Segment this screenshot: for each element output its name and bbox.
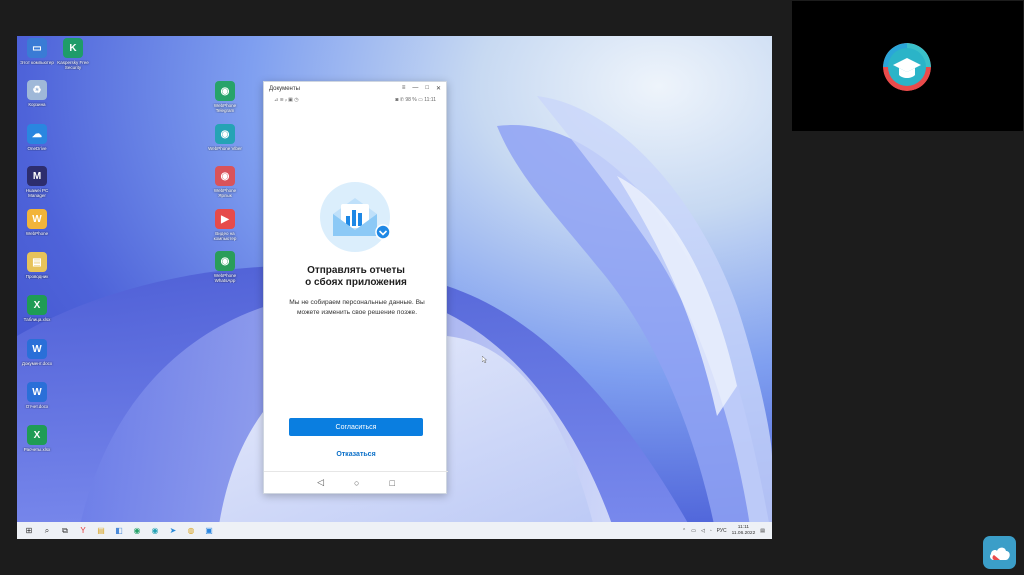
task-view-icon[interactable]: ⧉ (56, 523, 74, 538)
explorer-icon[interactable]: ▤ (92, 523, 110, 538)
desktop-icon[interactable]: K Kaspersky Free Security (55, 38, 91, 70)
speaker-icon[interactable]: ◁ (701, 528, 705, 534)
phone-window-title: Документы (269, 85, 300, 92)
desktop-app-icon: ▤ (27, 252, 47, 272)
desktop-icon-label: WebPhone (25, 231, 49, 236)
language-indicator[interactable]: РУС (717, 528, 727, 534)
dialog-description: Мы не собираем персональные данные. Вы м… (289, 299, 425, 316)
phone-status-bar: ⊿ ≋ ᵢₗ ▣ ◷ ◙ ✆ 98 % ▭ 11:11 (264, 95, 446, 104)
taskbar-apps: ⊞ ⌕ ⧉ Y ▤ ◧ ◉ ◉ ➤ ◍ ▣ (20, 523, 218, 538)
desktop-icon[interactable]: ▭ Этот компьютер (19, 38, 55, 65)
desktop-icon-label: Huawei PC Manager (25, 188, 49, 198)
desktop-icon[interactable]: ◉ WebPhone Viber (207, 124, 243, 151)
system-tray: ⌃ ▭ ◁ ◦ РУС 11:11 11.06.2022 ▤ (682, 525, 769, 536)
search-icon[interactable]: ⌕ (38, 523, 56, 538)
telegram-icon[interactable]: ➤ (164, 523, 182, 538)
refuse-button[interactable]: Отказаться (264, 451, 448, 458)
desktop-icon-label: Таблица.xlsx (23, 317, 51, 322)
yandex-icon[interactable]: Y (74, 523, 92, 538)
clock[interactable]: 11:11 11.06.2022 (732, 525, 756, 536)
heading-line-2: о сбоях приложения (305, 277, 407, 288)
home-icon[interactable]: ○ (354, 478, 359, 488)
maximize-icon[interactable]: □ (425, 85, 429, 92)
webphone-icon-2[interactable]: ◉ (146, 523, 164, 538)
desktop-app-icon: ◉ (215, 124, 235, 144)
back-icon[interactable]: ◁ (317, 477, 324, 488)
menu-icon[interactable]: ≡ (402, 85, 406, 92)
chrome-icon[interactable]: ◍ (182, 523, 200, 538)
phone-mirror-window: Документы ≡ — □ ✕ ⊿ ≋ ᵢₗ ▣ ◷ ◙ ✆ 98 % ▭ … (263, 81, 448, 494)
chevron-up-icon[interactable]: ⌃ (682, 528, 686, 534)
desktop-icon-label: Отчет.docx (25, 404, 49, 409)
close-icon[interactable]: ✕ (436, 85, 441, 92)
taskbar: ⊞ ⌕ ⧉ Y ▤ ◧ ◉ ◉ ➤ ◍ ▣ ⌃ ▭ ◁ ◦ РУС 11:11 11.06.2022… (17, 522, 772, 539)
phone-window-titlebar: Документы ≡ — □ ✕ (264, 82, 446, 95)
app-icon[interactable]: ◧ (110, 523, 128, 538)
phone-app-icon[interactable]: ▣ (200, 523, 218, 538)
desktop-icon[interactable]: ◉ WebPhone Telegram (207, 81, 243, 113)
desktop-icon[interactable]: ▤ Проводник (19, 252, 55, 279)
recent-apps-icon[interactable]: □ (389, 478, 394, 488)
desktop-icon[interactable]: X Таблица.xlsx (19, 295, 55, 322)
report-envelope-icon (320, 182, 391, 252)
desktop-icon-label: Видео на компьютер (213, 231, 237, 241)
desktop-app-icon: X (27, 425, 47, 445)
phone-nav-bar: ◁ ○ □ (264, 471, 448, 493)
desktop-app-icon: M (27, 166, 47, 186)
desktop-icon-label: OneDrive (27, 146, 47, 151)
desktop-icon[interactable]: ▶ Видео на компьютер (207, 209, 243, 241)
graduation-cap-logo-icon (883, 43, 931, 91)
status-icons-left: ⊿ ≋ ᵢₗ ▣ ◷ (274, 96, 299, 103)
desktop-app-icon: ◉ (215, 166, 235, 186)
desktop-icon[interactable]: ◉ WebPhone WhatsApp (207, 251, 243, 283)
desktop-app-icon: X (27, 295, 47, 315)
minimize-icon[interactable]: — (412, 85, 418, 92)
cloud-logo-icon (983, 536, 1016, 569)
desktop-app-icon: W (27, 339, 47, 359)
heading-line-1: Отправлять отчеты (307, 265, 405, 276)
clock-date: 11.06.2022 (731, 530, 756, 536)
desktop-app-icon: ▶ (215, 209, 235, 229)
desktop-icon[interactable]: W WebPhone (19, 209, 55, 236)
desktop-icon-label: Kaspersky Free Security (57, 60, 89, 70)
desktop-icon-label: Проводник (25, 274, 49, 279)
desktop-app-icon: ◉ (215, 251, 235, 271)
webphone-icon[interactable]: ◉ (128, 523, 146, 538)
desktop-icon-label: Документ.docx (21, 361, 53, 366)
desktop-icon[interactable]: ♻ Корзина (19, 80, 55, 107)
desktop-app-icon: W (27, 209, 47, 229)
desktop-icon[interactable]: ◉ WebPhone Ярлык (207, 166, 243, 198)
desktop-app-icon: ◉ (215, 81, 235, 101)
desktop-app-icon: ♻ (27, 80, 47, 100)
mic-icon[interactable]: ◦ (710, 528, 712, 534)
desktop-icon-label: Расчеты.xlsx (23, 447, 51, 452)
desktop-app-icon: ☁ (27, 124, 47, 144)
notifications-icon[interactable]: ▤ (760, 528, 765, 534)
desktop-icon[interactable]: ☁ OneDrive (19, 124, 55, 151)
agree-button[interactable]: Согласиться (289, 418, 423, 436)
desktop-icon[interactable]: W Документ.docx (19, 339, 55, 366)
windows-start-icon[interactable]: ⊞ (20, 523, 38, 538)
dialog-heading: Отправлять отчеты о сбоях приложения (264, 265, 448, 289)
desktop-icon[interactable]: M Huawei PC Manager (19, 166, 55, 198)
desktop-app-icon: ▭ (27, 38, 47, 58)
desktop-icon-label: Корзина (28, 102, 46, 107)
desktop-icon-label: WebPhone Ярлык (213, 188, 237, 198)
mouse-cursor-icon (482, 356, 487, 363)
desktop-app-icon: K (63, 38, 83, 58)
network-icon[interactable]: ▭ (691, 528, 696, 534)
desktop-icon-label: WebPhone WhatsApp (213, 273, 237, 283)
desktop-icon-label: Этот компьютер (20, 60, 54, 65)
desktop-app-icon: W (27, 382, 47, 402)
desktop-icon[interactable]: W Отчет.docx (19, 382, 55, 409)
desktop-icon-label: WebPhone Telegram (213, 103, 237, 113)
desktop-icon-label: WebPhone Viber (208, 146, 242, 151)
desktop-icon[interactable]: X Расчеты.xlsx (19, 425, 55, 452)
status-icons-right: ◙ ✆ 98 % ▭ 11:11 (395, 96, 436, 103)
